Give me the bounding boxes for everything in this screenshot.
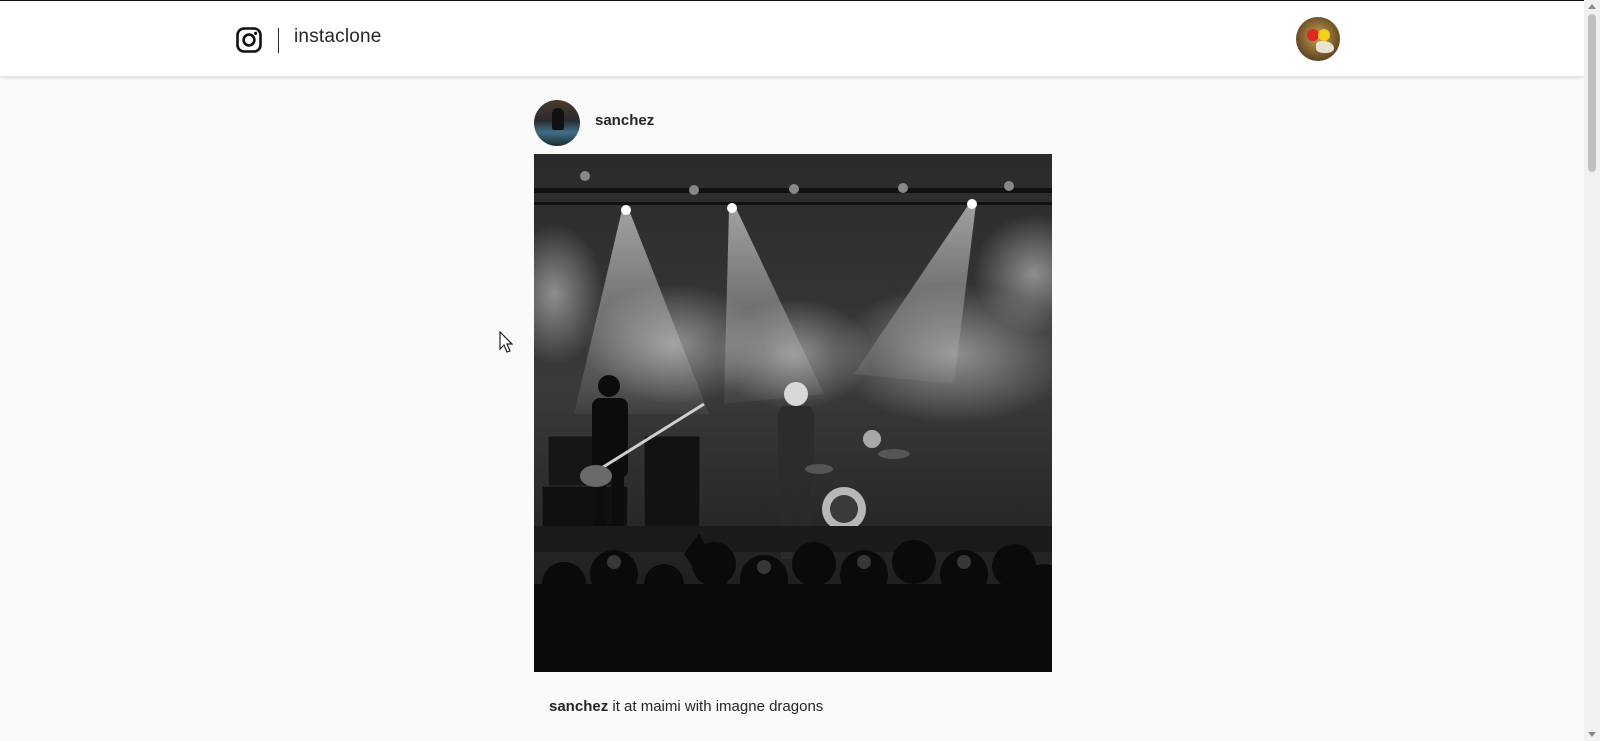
post-header: sanchez [534, 100, 1052, 146]
post-image[interactable] [534, 154, 1052, 672]
avatar-detail [1318, 29, 1330, 41]
avatar-detail [552, 108, 564, 130]
post-author-avatar[interactable] [534, 100, 580, 146]
post-username[interactable]: sanchez [595, 112, 654, 129]
page: instaclone sanchez sanchez it at maimi w… [0, 0, 1600, 741]
avatar-detail [1316, 41, 1334, 53]
scroll-down-arrow-icon[interactable] [1588, 732, 1596, 737]
scroll-up-arrow-icon[interactable] [1588, 4, 1596, 9]
scroll-thumb[interactable] [1588, 14, 1596, 172]
caption-username[interactable]: sanchez [549, 698, 608, 715]
concert-photo [534, 154, 1052, 672]
page-scrollbar[interactable] [1584, 0, 1600, 741]
post-caption: sanchez it at maimi with imagne dragons [549, 698, 823, 715]
mouse-cursor-icon [499, 331, 513, 353]
user-avatar[interactable] [1296, 17, 1340, 61]
brand-name[interactable]: instaclone [294, 26, 382, 48]
header-divider [278, 28, 279, 53]
instagram-icon[interactable] [236, 27, 262, 53]
caption-text: it at maimi with imagne dragons [608, 698, 824, 715]
top-navbar: instaclone [0, 1, 1584, 77]
